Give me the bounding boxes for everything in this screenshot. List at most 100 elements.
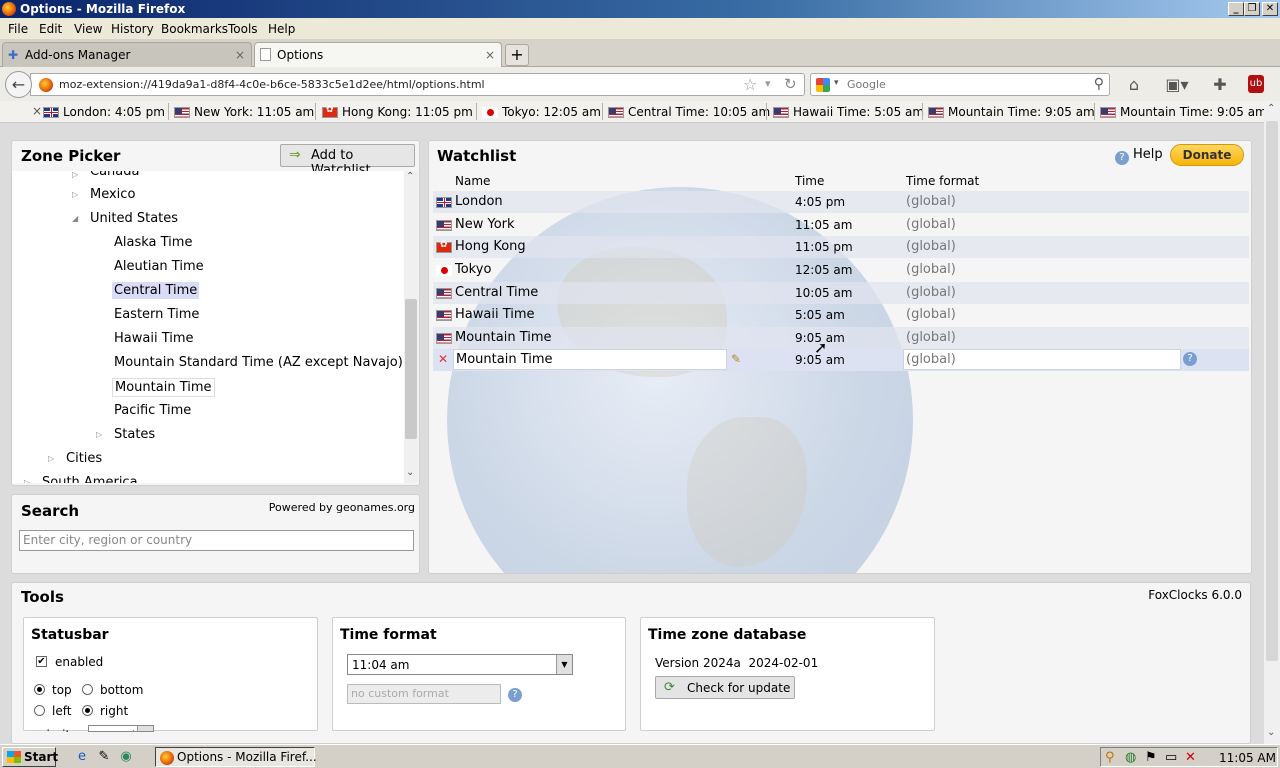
scroll-down-icon[interactable]: ⌄ bbox=[406, 467, 414, 478]
watchlist-row[interactable]: Mountain Time 9:05 am (global) bbox=[433, 327, 1249, 349]
tree-node-aleutian[interactable]: Aleutian Time bbox=[112, 258, 206, 275]
time-format-input[interactable]: (global) bbox=[903, 349, 1181, 370]
clock-new-york[interactable]: New York: 11:05 am bbox=[174, 105, 314, 119]
donate-button[interactable]: Donate bbox=[1170, 144, 1244, 166]
expand-icon[interactable]: ▷ bbox=[96, 430, 102, 439]
home-icon[interactable]: ⌂ bbox=[1124, 75, 1144, 95]
clock-mountain-2[interactable]: Mountain Time: 9:05 am bbox=[1100, 105, 1267, 119]
tab-addons-manager[interactable]: ✚ Add-ons Manager × bbox=[2, 42, 252, 67]
watchlist-row[interactable]: London 4:05 pm (global) bbox=[433, 191, 1249, 213]
clock-central[interactable]: Central Time: 10:05 am bbox=[608, 105, 770, 119]
search-bar[interactable]: ▾ Google ⚲ bbox=[810, 73, 1110, 96]
reload-icon[interactable]: ↻ bbox=[784, 75, 797, 93]
tree-node-hawaii[interactable]: Hawaii Time bbox=[112, 330, 196, 347]
priority-select[interactable]: normal ▼ bbox=[88, 725, 154, 732]
scroll-down-icon[interactable]: ⌄ bbox=[1267, 727, 1275, 738]
bottom-radio[interactable] bbox=[82, 684, 93, 695]
tree-node-south-america[interactable]: South America bbox=[40, 474, 140, 483]
url-bar[interactable]: moz-extension://419da9a1-d8f4-4c0e-b6ce-… bbox=[30, 73, 805, 96]
column-format-header[interactable]: Time format bbox=[906, 174, 979, 188]
ie-icon[interactable]: e bbox=[74, 749, 90, 765]
watchlist-row[interactable]: Hong Kong 11:05 pm (global) bbox=[433, 236, 1249, 258]
tree-node-united-states[interactable]: United States bbox=[88, 210, 180, 227]
tree-node-states[interactable]: States bbox=[112, 426, 157, 443]
ublock-icon[interactable]: ub bbox=[1248, 75, 1264, 93]
close-tab-icon[interactable]: × bbox=[235, 48, 245, 62]
monitor-tray-icon[interactable]: ▭ bbox=[1165, 750, 1177, 765]
column-time-header[interactable]: Time bbox=[795, 174, 824, 188]
taskbar-firefox-item[interactable]: Options - Mozilla Firef... bbox=[155, 747, 317, 767]
add-to-watchlist-button[interactable]: ⇒ Add to Watchlist bbox=[280, 144, 415, 178]
restore-button[interactable]: ❐ bbox=[1244, 2, 1260, 16]
watchlist-row[interactable]: Hawaii Time 5:05 am (global) bbox=[433, 304, 1249, 326]
statusbar-close-icon[interactable]: × bbox=[32, 104, 42, 118]
watchlist-row[interactable]: New York 11:05 am (global) bbox=[433, 214, 1249, 236]
clock-tokyo[interactable]: Tokyo: 12:05 am bbox=[482, 105, 601, 119]
collapse-icon[interactable]: ◢ bbox=[72, 214, 78, 223]
zone-search-input[interactable]: Enter city, region or country bbox=[19, 530, 414, 551]
edit-zone-icon[interactable]: ✎ bbox=[731, 352, 741, 366]
menu-view[interactable]: View bbox=[74, 22, 102, 36]
tree-node-eastern[interactable]: Eastern Time bbox=[112, 306, 201, 323]
expand-icon[interactable]: ▷ bbox=[24, 478, 30, 483]
enabled-checkbox[interactable]: ✔ bbox=[36, 656, 47, 667]
clock-london[interactable]: London: 4:05 pm bbox=[43, 105, 165, 119]
custom-format-help-icon[interactable]: ? bbox=[508, 688, 522, 702]
tree-node-mexico[interactable]: Mexico bbox=[88, 186, 137, 203]
tree-node-mountain-standard[interactable]: Mountain Standard Time (AZ except Navajo… bbox=[112, 354, 405, 371]
tree-node-mountain[interactable]: Mountain Time bbox=[112, 378, 215, 397]
bookmarks-menu-icon[interactable]: ▣▾ bbox=[1162, 75, 1192, 95]
right-radio[interactable] bbox=[82, 705, 93, 716]
custom-format-input[interactable]: no custom format bbox=[347, 684, 501, 704]
tree-scrollbar[interactable]: ⌃ ⌄ bbox=[404, 171, 418, 483]
notepad-icon[interactable]: ✎ bbox=[96, 749, 112, 765]
page-scrollbar[interactable]: ⌃ ⌄ bbox=[1264, 101, 1280, 744]
expand-icon[interactable]: ▷ bbox=[72, 171, 78, 179]
scroll-up-icon[interactable]: ⌃ bbox=[1267, 103, 1275, 114]
delete-icon[interactable]: ✕ bbox=[438, 352, 448, 366]
clock-mountain[interactable]: Mountain Time: 9:05 am bbox=[928, 105, 1095, 119]
magnifier-icon[interactable]: ⚲ bbox=[1094, 76, 1104, 92]
expand-icon[interactable]: ▷ bbox=[72, 190, 78, 199]
new-tab-button[interactable]: + bbox=[505, 44, 529, 66]
clock-hawaii[interactable]: Hawaii Time: 5:05 am bbox=[773, 105, 924, 119]
network-icon[interactable]: ◉ bbox=[118, 749, 134, 765]
menu-edit[interactable]: Edit bbox=[39, 22, 62, 36]
check-for-update-button[interactable]: ⟳ Check for update bbox=[655, 676, 795, 699]
bookmark-star-icon[interactable]: ☆ bbox=[743, 75, 757, 94]
watchlist-row-editing[interactable]: ✕ Mountain Time ✎ 9:05 am (global) ? bbox=[433, 349, 1249, 371]
scroll-thumb[interactable] bbox=[1266, 121, 1278, 661]
minimize-button[interactable]: _ bbox=[1228, 2, 1244, 16]
tree-node-alaska[interactable]: Alaska Time bbox=[112, 234, 194, 251]
zone-tree[interactable]: ▷ Canada ▷ Mexico ◢ United States Alaska… bbox=[12, 171, 405, 483]
start-button[interactable]: Start bbox=[2, 747, 58, 767]
volume-muted-icon[interactable]: ✕ bbox=[1185, 750, 1196, 765]
clock-hong-kong[interactable]: Hong Kong: 11:05 pm bbox=[322, 105, 473, 119]
menu-bookmarks[interactable]: Bookmarks bbox=[161, 22, 228, 36]
tab-options[interactable]: Options × bbox=[254, 42, 502, 67]
flag-tray-icon[interactable]: ⚑ bbox=[1145, 750, 1157, 765]
back-button[interactable]: ← bbox=[5, 71, 32, 98]
close-window-button[interactable]: ✕ bbox=[1262, 2, 1278, 16]
menu-history[interactable]: History bbox=[111, 22, 154, 36]
scroll-thumb[interactable] bbox=[405, 299, 417, 439]
addons-icon[interactable]: ✚ bbox=[1210, 75, 1230, 95]
column-name-header[interactable]: Name bbox=[455, 174, 490, 188]
format-help-icon[interactable]: ? bbox=[1183, 352, 1197, 366]
expand-icon[interactable]: ▷ bbox=[48, 454, 54, 463]
search-tray-icon[interactable]: ⚲ bbox=[1105, 750, 1115, 765]
zone-name-input[interactable]: Mountain Time bbox=[453, 349, 727, 370]
tree-node-cities[interactable]: Cities bbox=[64, 450, 104, 467]
search-engine-dropdown-icon[interactable]: ▾ bbox=[834, 78, 839, 88]
close-tab-icon[interactable]: × bbox=[485, 48, 495, 62]
menu-tools[interactable]: Tools bbox=[228, 22, 258, 36]
globe-tray-icon[interactable]: ◍ bbox=[1125, 750, 1136, 765]
help-link[interactable]: ? Help bbox=[1115, 147, 1163, 165]
tree-node-central[interactable]: Central Time bbox=[112, 282, 200, 299]
url-dropdown-icon[interactable]: ▾ bbox=[765, 77, 771, 90]
time-format-select[interactable]: 11:04 am ▼ bbox=[347, 654, 573, 675]
watchlist-row[interactable]: Tokyo 12:05 am (global) bbox=[433, 259, 1249, 281]
menu-help[interactable]: Help bbox=[268, 22, 295, 36]
tree-node-pacific[interactable]: Pacific Time bbox=[112, 402, 193, 419]
top-radio[interactable] bbox=[34, 684, 45, 695]
